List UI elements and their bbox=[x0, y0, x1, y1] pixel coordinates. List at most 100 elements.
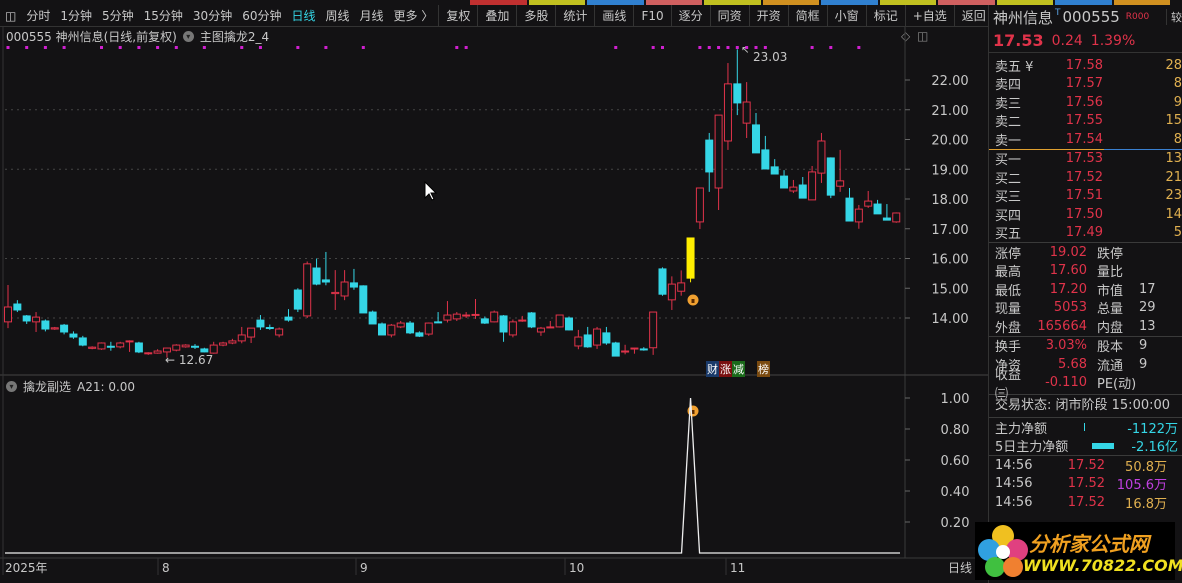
candle[interactable] bbox=[798, 176, 807, 199]
candle[interactable] bbox=[480, 316, 489, 324]
candle[interactable] bbox=[452, 312, 461, 321]
candle[interactable] bbox=[378, 322, 386, 336]
bid-row[interactable]: 买三 17.51 23 bbox=[989, 187, 1182, 205]
event-tag[interactable]: 榜 bbox=[757, 361, 770, 377]
candle[interactable] bbox=[723, 63, 732, 150]
candle[interactable] bbox=[22, 315, 31, 324]
candle[interactable] bbox=[247, 327, 256, 343]
candle[interactable] bbox=[611, 341, 620, 357]
candle[interactable] bbox=[41, 319, 50, 332]
bid-row[interactable]: 买四 17.50 14 bbox=[989, 205, 1182, 224]
candle[interactable] bbox=[340, 270, 349, 301]
candle[interactable] bbox=[349, 268, 358, 290]
sub-indicator-name[interactable]: 擒龙副选 bbox=[23, 378, 71, 395]
candle[interactable] bbox=[78, 335, 87, 347]
candle[interactable] bbox=[583, 326, 592, 348]
candle[interactable] bbox=[864, 190, 873, 208]
event-tag[interactable]: 涨 bbox=[719, 361, 732, 377]
candle[interactable] bbox=[172, 344, 181, 352]
ask-row[interactable]: 卖二 17.55 15 bbox=[989, 112, 1182, 130]
ask-row[interactable]: 卖四 17.57 8 bbox=[989, 75, 1182, 93]
candle[interactable] bbox=[499, 315, 508, 342]
candle[interactable] bbox=[359, 285, 368, 314]
candle[interactable] bbox=[752, 113, 760, 154]
candle[interactable] bbox=[153, 349, 162, 354]
candle[interactable] bbox=[228, 338, 237, 345]
candle[interactable] bbox=[4, 284, 12, 329]
candle[interactable] bbox=[424, 322, 433, 336]
candle[interactable] bbox=[508, 319, 517, 338]
candle[interactable] bbox=[219, 341, 228, 347]
candle[interactable] bbox=[490, 310, 499, 323]
candle[interactable] bbox=[705, 132, 714, 192]
candle[interactable] bbox=[733, 49, 742, 116]
candle[interactable] bbox=[882, 204, 891, 221]
candle[interactable] bbox=[826, 157, 835, 199]
bid-row[interactable]: 买二 17.52 21 bbox=[989, 168, 1182, 187]
event-tag[interactable]: 减 bbox=[732, 361, 745, 377]
candle[interactable] bbox=[88, 346, 97, 350]
candle[interactable] bbox=[546, 320, 555, 329]
candle[interactable] bbox=[649, 311, 658, 355]
bid-row[interactable]: 买五 17.49 5 bbox=[989, 224, 1182, 242]
bid-row[interactable]: 买一 17.53 13 bbox=[989, 150, 1182, 168]
candle[interactable] bbox=[321, 251, 330, 286]
candle[interactable] bbox=[32, 312, 41, 332]
candle[interactable] bbox=[265, 324, 274, 330]
candle[interactable] bbox=[60, 323, 69, 335]
kline-chart[interactable]: 22.00 21.00 20.00 19.00 18.00 17.00 16.00 15.00… bbox=[0, 0, 988, 583]
candle[interactable] bbox=[462, 312, 471, 318]
candle[interactable] bbox=[368, 310, 377, 325]
candle[interactable] bbox=[836, 149, 845, 192]
ask-row[interactable]: 卖一 17.54 8 bbox=[989, 130, 1182, 149]
candle[interactable] bbox=[209, 341, 218, 354]
ask-row[interactable]: 卖五 ¥ 17.58 28 bbox=[989, 56, 1182, 75]
candle[interactable] bbox=[639, 347, 648, 351]
candle[interactable] bbox=[574, 329, 583, 350]
candle[interactable] bbox=[565, 316, 573, 331]
candle[interactable] bbox=[817, 132, 826, 183]
ask-row[interactable]: 卖三 17.56 9 bbox=[989, 93, 1182, 112]
candle[interactable] bbox=[602, 326, 611, 345]
candle[interactable] bbox=[527, 312, 536, 329]
candle[interactable] bbox=[780, 170, 789, 189]
candle[interactable] bbox=[789, 179, 798, 194]
candle[interactable] bbox=[686, 237, 695, 283]
candle[interactable] bbox=[237, 326, 246, 344]
side-tab[interactable]: 较 bbox=[1166, 9, 1182, 25]
candle[interactable] bbox=[770, 159, 779, 175]
candle[interactable] bbox=[303, 261, 312, 318]
candle[interactable] bbox=[593, 326, 602, 349]
candle[interactable] bbox=[471, 298, 480, 319]
candle[interactable] bbox=[293, 288, 302, 313]
candle[interactable] bbox=[331, 270, 340, 310]
candle[interactable] bbox=[761, 135, 770, 170]
candle[interactable] bbox=[69, 331, 78, 339]
candle[interactable] bbox=[144, 352, 153, 355]
candle[interactable] bbox=[97, 342, 106, 350]
candle[interactable] bbox=[658, 267, 667, 296]
candle[interactable] bbox=[134, 341, 143, 354]
candle[interactable] bbox=[275, 327, 284, 338]
event-tag[interactable]: 财 bbox=[706, 361, 719, 377]
candle[interactable] bbox=[677, 270, 686, 296]
candle[interactable] bbox=[387, 323, 396, 338]
candle[interactable] bbox=[621, 344, 630, 355]
candle[interactable] bbox=[695, 187, 704, 230]
candle[interactable] bbox=[200, 347, 209, 353]
candle[interactable] bbox=[13, 300, 22, 313]
candle[interactable] bbox=[518, 315, 527, 322]
candle[interactable] bbox=[742, 82, 751, 139]
candle[interactable] bbox=[808, 165, 817, 201]
candle[interactable] bbox=[434, 312, 443, 324]
candle[interactable] bbox=[873, 199, 882, 215]
candle[interactable] bbox=[284, 309, 293, 322]
candle[interactable] bbox=[396, 320, 405, 329]
candle[interactable] bbox=[415, 331, 424, 338]
candle[interactable] bbox=[630, 347, 639, 354]
candle[interactable] bbox=[312, 258, 321, 286]
candle[interactable] bbox=[256, 315, 265, 330]
candle[interactable] bbox=[406, 320, 415, 335]
candle[interactable] bbox=[845, 187, 854, 222]
candle[interactable] bbox=[892, 212, 901, 223]
